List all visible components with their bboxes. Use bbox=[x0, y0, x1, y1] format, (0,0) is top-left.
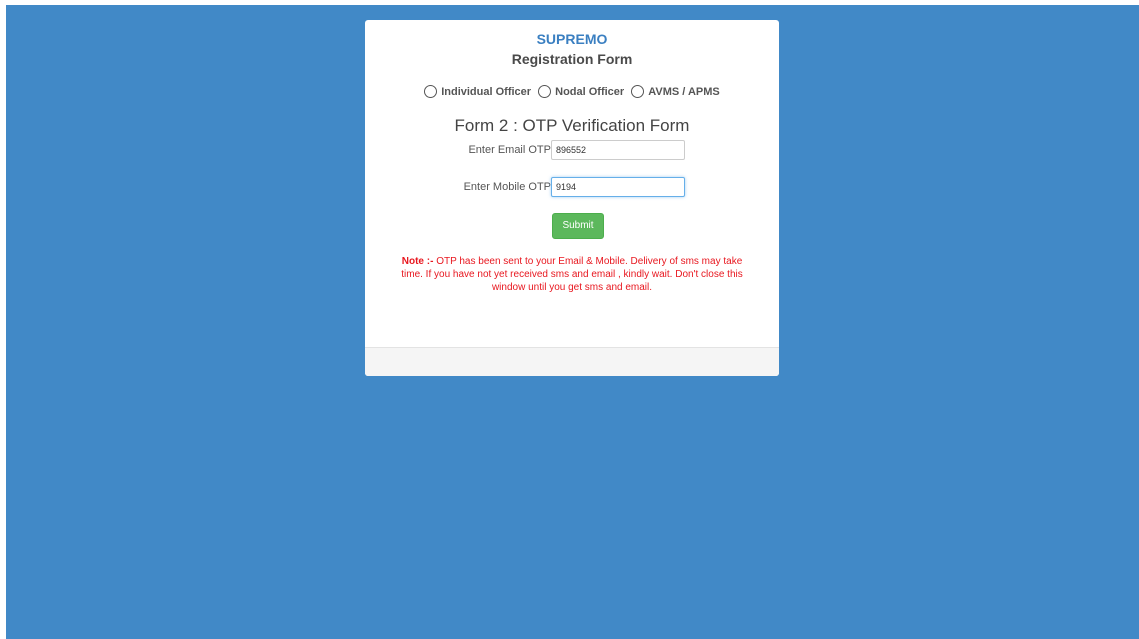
radio-icon[interactable] bbox=[538, 85, 552, 98]
form-heading: Registration Form bbox=[511, 51, 633, 67]
role-label: Individual Officer bbox=[441, 85, 532, 98]
role-option-nodal-officer[interactable]: Nodal Officer bbox=[538, 85, 624, 98]
mobile-otp-label: Enter Mobile OTP bbox=[463, 181, 551, 193]
note-text: OTP has been sent to your Email & Mobile… bbox=[401, 256, 743, 293]
submit-button[interactable]: Submit bbox=[552, 213, 604, 239]
role-option-individual-officer[interactable]: Individual Officer bbox=[424, 85, 531, 98]
brand-title: SUPREMO bbox=[536, 31, 608, 47]
email-otp-row: Enter Email OTP bbox=[365, 140, 779, 162]
email-otp-input[interactable] bbox=[551, 140, 685, 160]
registration-card: SUPREMO Registration Form Individual Off… bbox=[365, 20, 779, 376]
role-option-avms-apms[interactable]: AVMS / APMS bbox=[631, 85, 720, 98]
radio-icon[interactable] bbox=[424, 85, 438, 98]
mobile-otp-input[interactable] bbox=[551, 177, 685, 197]
note-prefix: Note :- bbox=[401, 256, 434, 267]
role-label: AVMS / APMS bbox=[648, 85, 720, 98]
radio-icon[interactable] bbox=[631, 85, 645, 98]
role-selector: Individual Officer Nodal Officer AVMS / … bbox=[365, 85, 779, 101]
email-otp-label: Enter Email OTP bbox=[468, 144, 551, 156]
otp-form-title: Form 2 : OTP Verification Form bbox=[454, 116, 690, 135]
mobile-otp-row: Enter Mobile OTP bbox=[365, 177, 779, 199]
role-label: Nodal Officer bbox=[555, 85, 625, 98]
card-footer bbox=[365, 347, 779, 376]
otp-note: Note :- OTP has been sent to your Email … bbox=[395, 255, 749, 294]
